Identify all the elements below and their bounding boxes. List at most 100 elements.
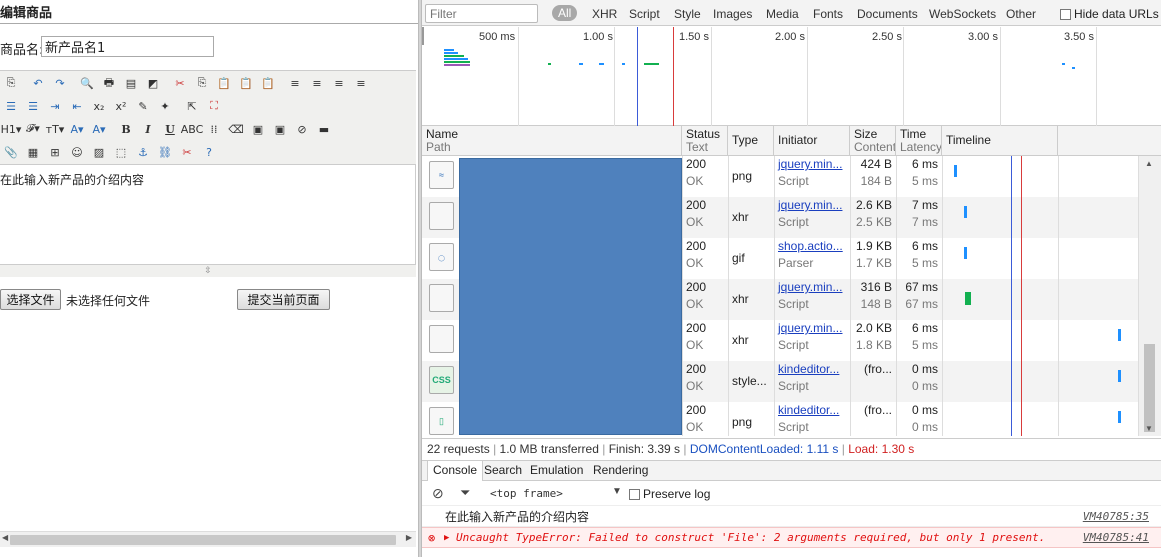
row3-tool-6-icon[interactable]: I — [137, 119, 159, 139]
row4-tool-4-icon[interactable]: ▨ — [88, 142, 110, 162]
filter-tab-style[interactable]: Style — [674, 7, 701, 21]
initiator-link[interactable]: kindeditor... — [778, 361, 850, 378]
column-name[interactable]: Name Path — [422, 126, 682, 156]
row2-tool-0-icon[interactable]: ☰ — [0, 96, 22, 116]
frame-selector[interactable]: <top frame> — [490, 487, 563, 500]
choose-file-button[interactable]: 选择文件 — [0, 289, 61, 310]
row4-tool-1-icon[interactable]: ▦ — [22, 142, 44, 162]
row1-tool-7-icon[interactable]: ✂ — [169, 73, 191, 93]
row4-tool-5-icon[interactable]: ⬚ — [110, 142, 132, 162]
filter-tab-websockets[interactable]: WebSockets — [929, 7, 996, 21]
row2-tool-1-icon[interactable]: ☰ — [22, 96, 44, 116]
overview-left-handle[interactable] — [422, 27, 424, 45]
row4-tool-7-icon[interactable]: ⛓ — [154, 142, 176, 162]
horizontal-scrollbar[interactable]: ◀ ▶ — [0, 531, 416, 547]
row1-tool-6-icon[interactable]: ◩ — [142, 73, 164, 93]
product-name-input[interactable] — [41, 36, 214, 57]
scroll-down-icon[interactable]: ▼ — [1145, 424, 1153, 433]
scroll-right-icon[interactable]: ▶ — [406, 533, 412, 542]
request-list-scrollbar[interactable]: ▲ ▼ — [1138, 156, 1161, 436]
row3-tool-0-icon[interactable]: H1▾ — [0, 119, 22, 139]
expand-arrow-icon[interactable]: ▶ — [444, 528, 449, 548]
initiator-link[interactable]: jquery.min... — [778, 156, 850, 173]
initiator-link[interactable]: jquery.min... — [778, 279, 850, 296]
error-source-link[interactable]: VM40785:41 — [1083, 528, 1149, 548]
row4-tool-8-icon[interactable]: ✂ — [176, 142, 198, 162]
row3-tool-13-icon[interactable]: ⊘ — [291, 119, 313, 139]
editor-content[interactable]: 在此输入新产品的介绍内容 — [0, 171, 144, 188]
hide-data-urls-toggle[interactable]: Hide data URLs — [1060, 7, 1159, 21]
row3-tool-12-icon[interactable]: ▣ — [269, 119, 291, 139]
network-overview[interactable]: 500 ms 1.00 s 1.50 s 2.00 s 2.50 s 3.00 … — [422, 27, 1161, 126]
column-timeline[interactable]: Timeline — [942, 126, 1058, 156]
row4-tool-3-icon[interactable]: ☺ — [66, 142, 88, 162]
row3-tool-14-icon[interactable]: ▬ — [313, 119, 335, 139]
scroll-left-icon[interactable]: ◀ — [2, 533, 8, 542]
row3-tool-2-icon[interactable]: тT▾ — [44, 119, 66, 139]
row3-tool-4-icon[interactable]: A▾ — [88, 119, 110, 139]
tab-search[interactable]: Search — [479, 461, 527, 481]
row4-tool-9-icon[interactable]: ? — [198, 142, 220, 162]
row3-tool-10-icon[interactable]: ⌫ — [225, 119, 247, 139]
row1-tool-4-icon[interactable]: 🖶 — [98, 73, 120, 93]
filter-tab-script[interactable]: Script — [629, 7, 660, 21]
clear-console-icon[interactable]: ⊘ — [432, 485, 444, 502]
column-size[interactable]: Size Content — [850, 126, 896, 156]
column-type[interactable]: Type — [728, 126, 774, 156]
row1-tool-10-icon[interactable]: 📋 — [235, 73, 257, 93]
row1-tool-12-icon[interactable]: ≡ — [284, 73, 306, 93]
row3-tool-3-icon[interactable]: A▾ — [66, 119, 88, 139]
row3-tool-11-icon[interactable]: ▣ — [247, 119, 269, 139]
frame-dropdown-icon[interactable]: ▼ — [612, 486, 622, 497]
column-time[interactable]: Time Latency — [896, 126, 942, 156]
submit-page-button[interactable]: 提交当前页面 — [237, 289, 330, 310]
scroll-up-icon[interactable]: ▲ — [1145, 159, 1153, 168]
row2-tool-7-icon[interactable]: ✦ — [154, 96, 176, 116]
initiator-link[interactable]: jquery.min... — [778, 320, 850, 337]
row1-tool-2-icon[interactable]: ↷ — [49, 73, 71, 93]
filter-tab-media[interactable]: Media — [766, 7, 799, 21]
tab-rendering[interactable]: Rendering — [588, 461, 653, 481]
column-initiator[interactable]: Initiator — [774, 126, 850, 156]
row2-tool-9-icon[interactable]: ⛶ — [203, 96, 225, 116]
row2-tool-2-icon[interactable]: ⇥ — [44, 96, 66, 116]
initiator-link[interactable]: jquery.min... — [778, 197, 850, 214]
preserve-log-toggle[interactable]: Preserve log — [629, 487, 710, 501]
filter-tab-xhr[interactable]: XHR — [592, 7, 617, 21]
initiator-link[interactable]: shop.actio... — [778, 238, 850, 255]
row1-tool-5-icon[interactable]: ▤ — [120, 73, 142, 93]
filter-tab-fonts[interactable]: Fonts — [813, 7, 843, 21]
filter-funnel-icon[interactable]: ⏷ — [460, 485, 470, 501]
row1-tool-13-icon[interactable]: ≡ — [306, 73, 328, 93]
row1-tool-14-icon[interactable]: ≡ — [328, 73, 350, 93]
filter-tab-images[interactable]: Images — [713, 7, 752, 21]
row1-tool-0-icon[interactable]: ⎘ — [0, 73, 22, 93]
editor-resize-handle[interactable]: ⇳ — [0, 264, 416, 277]
row2-tool-4-icon[interactable]: x₂ — [88, 96, 110, 116]
row3-tool-5-icon[interactable]: B — [115, 119, 137, 139]
request-list-scroll-thumb[interactable] — [1144, 344, 1155, 432]
row1-tool-9-icon[interactable]: 📋 — [213, 73, 235, 93]
log-source-link[interactable]: VM40785:35 — [1083, 507, 1149, 527]
row3-tool-7-icon[interactable]: U — [159, 119, 181, 139]
row4-tool-6-icon[interactable]: ⚓ — [132, 142, 154, 162]
row2-tool-8-icon[interactable]: ⇱ — [181, 96, 203, 116]
row2-tool-3-icon[interactable]: ⇤ — [66, 96, 88, 116]
row1-tool-15-icon[interactable]: ≡ — [350, 73, 372, 93]
scroll-thumb[interactable] — [10, 535, 396, 545]
filter-tab-documents[interactable]: Documents — [857, 7, 918, 21]
tab-emulation[interactable]: Emulation — [525, 461, 588, 481]
row2-tool-5-icon[interactable]: x² — [110, 96, 132, 116]
column-status[interactable]: Status Text — [682, 126, 728, 156]
row1-tool-8-icon[interactable]: ⎘ — [191, 73, 213, 93]
tab-console[interactable]: Console — [427, 461, 484, 481]
row4-tool-2-icon[interactable]: ⊞ — [44, 142, 66, 162]
row3-tool-1-icon[interactable]: 𝓕▾ — [22, 119, 44, 139]
row1-tool-1-icon[interactable]: ↶ — [27, 73, 49, 93]
filter-tab-other[interactable]: Other — [1006, 7, 1036, 21]
checkbox-icon[interactable] — [629, 488, 640, 500]
checkbox-icon[interactable] — [1060, 8, 1071, 20]
row3-tool-8-icon[interactable]: ABC — [181, 119, 204, 139]
row2-tool-6-icon[interactable]: ✎ — [132, 96, 154, 116]
row4-tool-0-icon[interactable]: 📎 — [0, 142, 22, 162]
